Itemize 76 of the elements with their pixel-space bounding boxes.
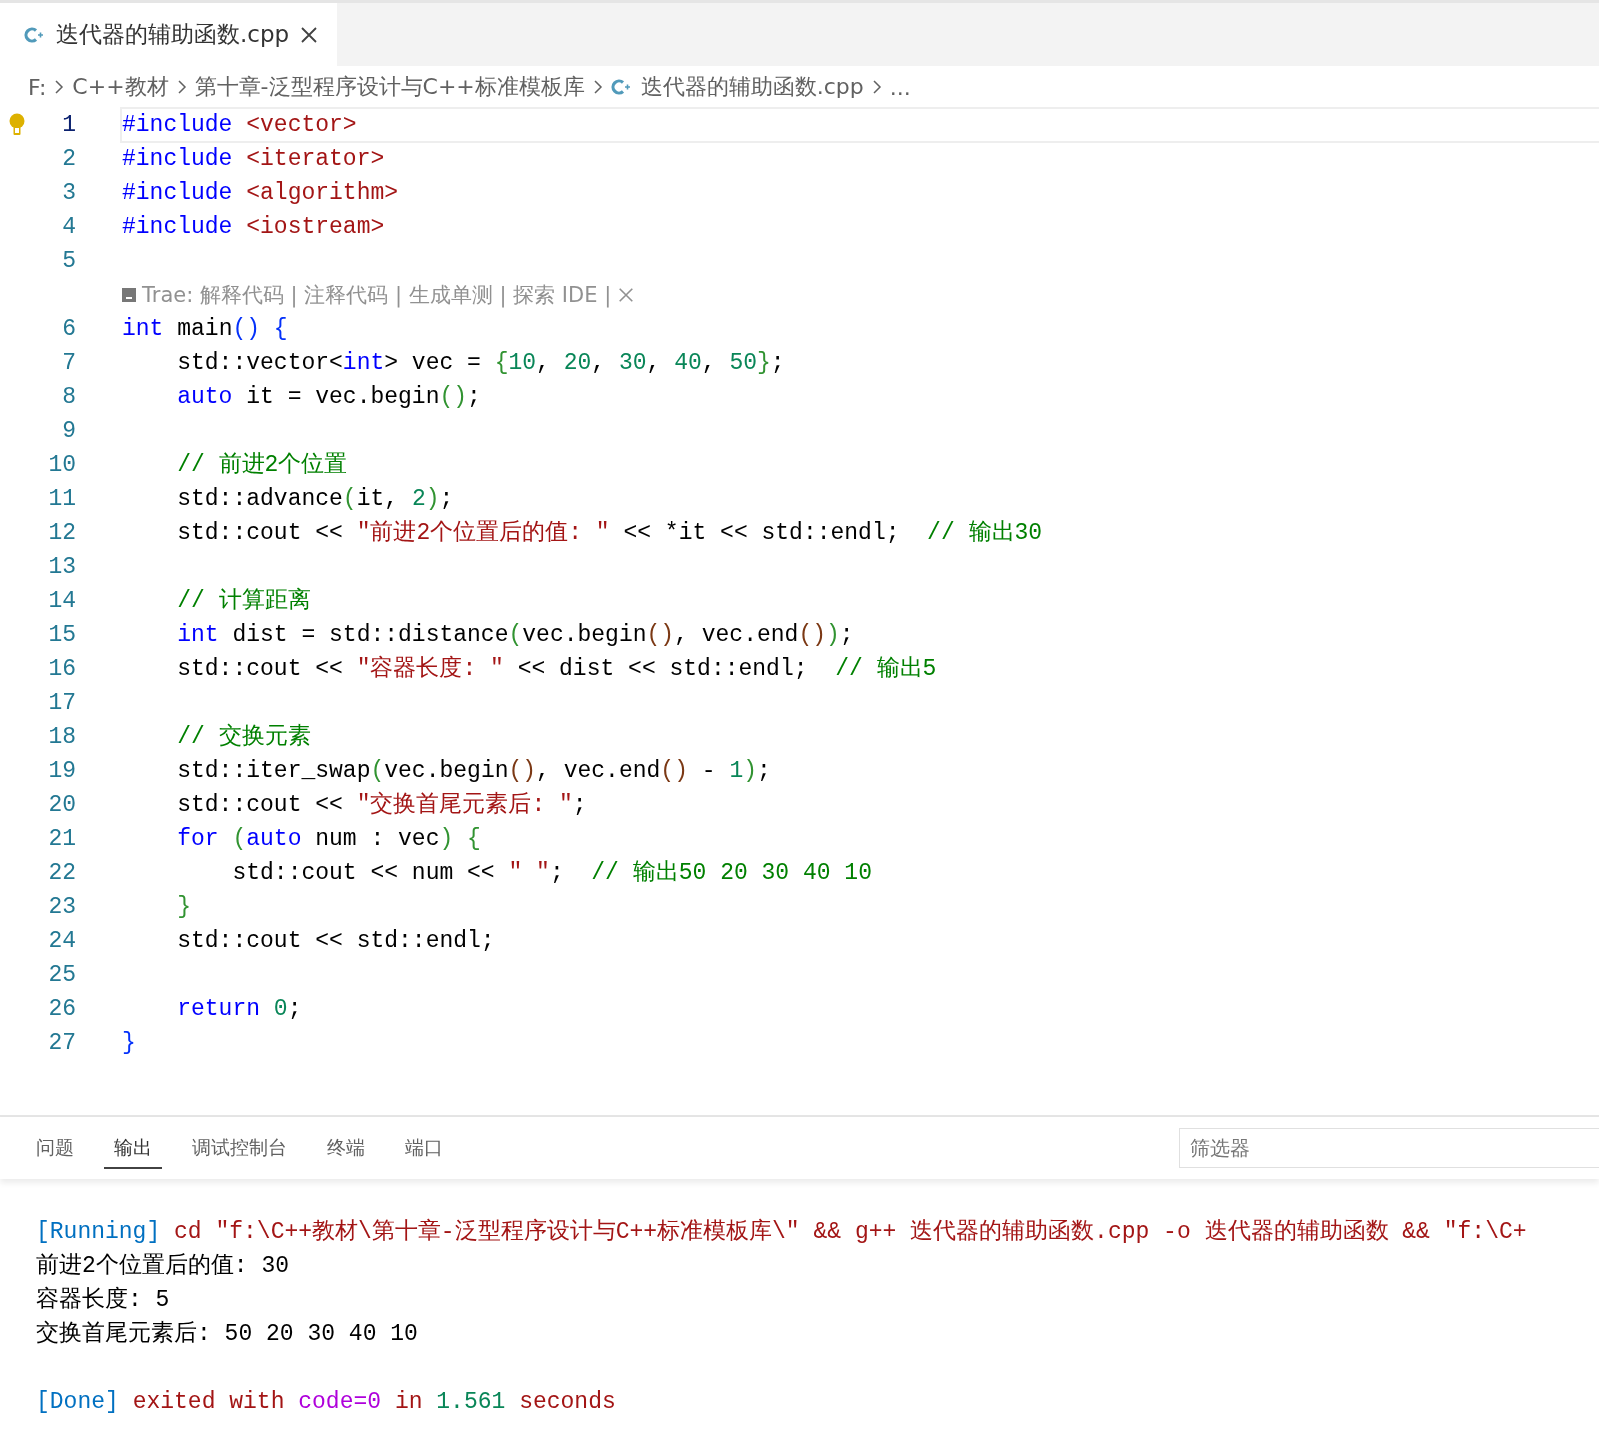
line-number: 24: [47, 928, 76, 954]
code-line: std::iter_swap(vec.begin(), vec.end() - 1);: [176, 757, 772, 786]
line-number: 13: [47, 554, 76, 580]
panel-tab[interactable]: 输出: [104, 1127, 162, 1169]
line-number: 20: [47, 792, 76, 818]
line-number: 22: [47, 860, 76, 886]
editor-tab[interactable]: 迭代器的辅助函数.cpp: [0, 3, 338, 66]
breadcrumb-item[interactable]: 迭代器的辅助函数.cpp: [610, 72, 864, 102]
line-number: 9: [61, 418, 76, 444]
code-line: std::vector<int> vec = {10, 20, 30, 40, 50};: [176, 349, 786, 378]
line-number: 26: [47, 996, 76, 1022]
output-line: [Done] exited with code=0 in 1.561 seconds: [36, 1388, 617, 1417]
line-number: 10: [47, 452, 76, 478]
line-number: 3: [61, 180, 76, 206]
line-number: 2: [61, 146, 76, 172]
line-number: 4: [61, 214, 76, 240]
line-number: 23: [47, 894, 76, 920]
breadcrumb-item[interactable]: F:: [28, 74, 47, 100]
filter-field[interactable]: 筛选器: [1179, 1128, 1599, 1168]
code-line: return 0;: [176, 995, 303, 1024]
code-line: #include <vector>: [120, 107, 1599, 143]
code-line: auto it = vec.begin();: [176, 383, 482, 412]
code-line: std::cout << std::endl;: [176, 927, 496, 956]
output-line: 前进2个位置后的值: 30: [36, 1252, 290, 1281]
code-line: #include <algorithm>: [121, 179, 400, 208]
panel-tab[interactable]: 端口: [395, 1127, 453, 1169]
chevron-right-icon: [871, 79, 882, 95]
breadcrumb-item[interactable]: ...: [889, 74, 911, 100]
breadcrumb-item[interactable]: 第十章-泛型程序设计与C++标准模板库: [194, 72, 585, 102]
line-number: 27: [47, 1030, 76, 1056]
code-line: // 前进2个位置: [176, 451, 349, 480]
line-number: 7: [61, 350, 76, 376]
code-line: }: [121, 1029, 137, 1058]
codelens-actions[interactable]: Trae: 解释代码 | 注释代码 | 生成单测 | 探索 IDE |: [142, 281, 612, 309]
line-number: 25: [47, 962, 76, 988]
chevron-right-icon: [592, 79, 603, 95]
line-number: 5: [61, 248, 76, 274]
line-number: 18: [47, 724, 76, 750]
code-line: std::cout << "交换首尾元素后: ";: [176, 790, 588, 820]
output-line: 交换首尾元素后: 50 20 30 40 10: [36, 1319, 419, 1349]
code-line: std::advance(it, 2);: [176, 485, 455, 514]
breadcrumb-item[interactable]: C++教材: [72, 72, 169, 102]
code-line: #include <iostream>: [121, 213, 386, 242]
output-line: [Running] cd "f:\C++教材\第十章-泛型程序设计与C++标准模板库\" && g++ 迭代器的辅助函数.cpp -o 迭代器的辅助函数 && "f:\C+: [36, 1217, 1528, 1247]
code-line: for (auto num : vec) {: [176, 825, 482, 854]
chevron-right-icon: [54, 79, 65, 95]
line-number: 6: [61, 316, 76, 342]
code-line: }: [176, 893, 192, 922]
close-icon[interactable]: [299, 24, 320, 45]
line-number: 15: [47, 622, 76, 648]
line-number: 8: [61, 384, 76, 410]
code-line: // 交换元素: [176, 722, 312, 752]
chevron-right-icon: [176, 79, 187, 95]
square-icon: [122, 288, 136, 302]
cpp-file-icon: [610, 78, 633, 96]
line-number: 11: [47, 486, 76, 512]
code-line: #include <iterator>: [121, 145, 386, 174]
panel-tab[interactable]: 调试控制台: [182, 1127, 297, 1169]
line-number: 19: [47, 758, 76, 784]
line-number: 1: [61, 112, 76, 138]
code-line: std::cout << "前进2个位置后的值: " << *it << std::endl; // 输出30: [176, 519, 1044, 548]
output-line: 容器长度: 5: [36, 1285, 171, 1315]
code-line: // 计算距离: [176, 586, 312, 616]
line-number: 16: [47, 656, 76, 682]
line-number: 14: [47, 588, 76, 614]
line-number: 12: [47, 520, 76, 546]
code-line: std::cout << "容器长度: " << dist << std::endl; // 输出5: [176, 654, 938, 684]
code-line: int dist = std::distance(vec.begin(), vec.end());: [176, 621, 855, 650]
lightbulb-icon[interactable]: [8, 113, 26, 137]
panel-tab[interactable]: 问题: [26, 1127, 84, 1169]
panel-tab[interactable]: 终端: [317, 1127, 375, 1169]
line-number: 21: [47, 826, 76, 852]
code-line: std::cout << num << " "; // 输出50 20 30 40 10: [231, 859, 873, 888]
code-line: int main() {: [121, 315, 289, 344]
cpp-file-icon: [24, 25, 46, 44]
line-number: 17: [47, 690, 76, 716]
